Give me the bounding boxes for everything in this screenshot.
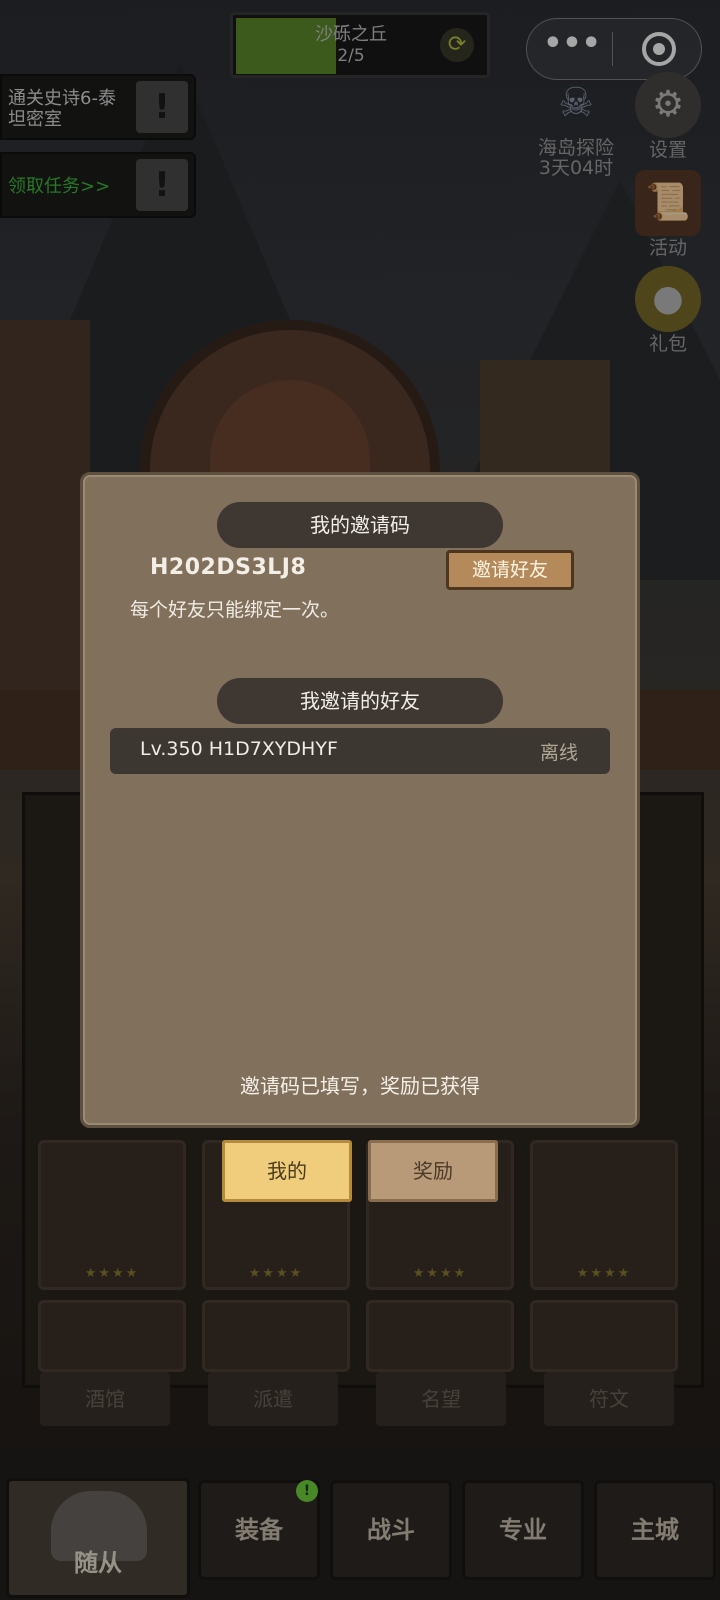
friend-status: 离线	[540, 742, 579, 764]
tab-reward[interactable]: 奖励	[368, 1140, 498, 1202]
bind-once-note: 每个好友只能绑定一次。	[130, 599, 340, 621]
invite-code-value: H202DS3LJ8	[150, 555, 307, 580]
my-invite-code-title: 我的邀请码	[217, 502, 503, 548]
invite-friend-button[interactable]: 邀请好友	[446, 550, 574, 590]
invited-friends-title: 我邀请的好友	[217, 678, 503, 724]
tab-mine[interactable]: 我的	[222, 1140, 352, 1202]
friend-name: Lv.350 H1D7XYDHYF	[140, 738, 338, 760]
reward-claimed-note: 邀请码已填写，奖励已获得	[240, 1074, 480, 1098]
